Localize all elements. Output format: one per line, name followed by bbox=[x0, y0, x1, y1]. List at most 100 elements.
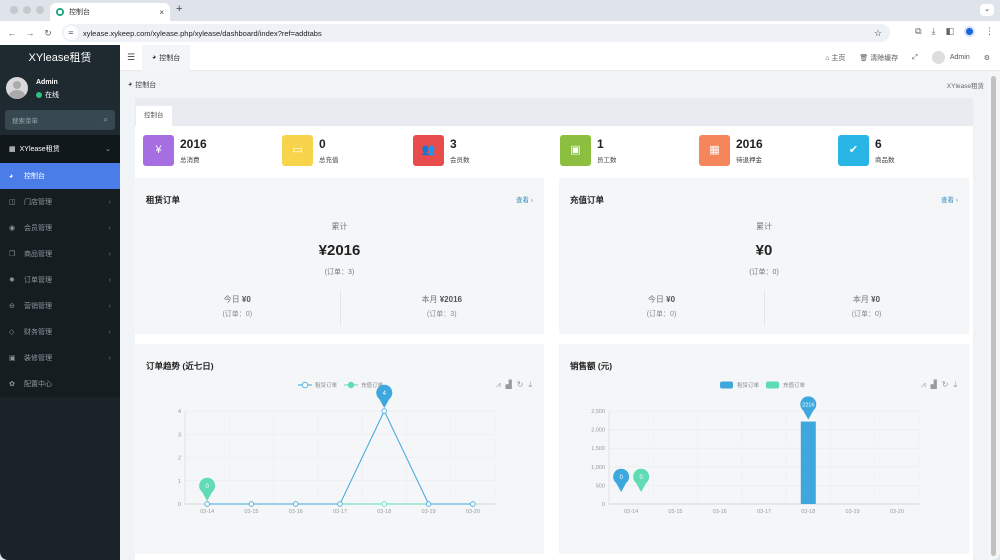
maximize-window-button[interactable] bbox=[36, 6, 44, 14]
grid-icon: ▦ bbox=[9, 146, 16, 153]
minimize-window-button[interactable] bbox=[23, 6, 31, 14]
view-link[interactable]: 查看 › bbox=[941, 194, 958, 204]
stats-row: ¥2016 总消费 ▭ 0 总充值 👥 3 会员数 ▣ 1 员工数 ▦ 2016 待退押金 ✔ 6 商品数 bbox=[135, 128, 973, 178]
menu-toggle-icon[interactable]: ☰ bbox=[120, 52, 142, 63]
sidebar-item-label: 营销管理 bbox=[24, 303, 52, 310]
stat-value: 3 bbox=[450, 137, 457, 151]
sidebar-item-label: 门店管理 bbox=[24, 199, 52, 206]
sidebar-item[interactable]: ✹ 订单管理 ‹ bbox=[0, 267, 120, 293]
legend-item[interactable]: 充值订单 bbox=[344, 381, 384, 389]
home-link[interactable]: ⌂ 主页 bbox=[825, 53, 845, 63]
panel-tab-dashboard[interactable]: 控制台 bbox=[136, 106, 172, 126]
scrollbar-thumb[interactable] bbox=[991, 76, 996, 556]
sidebar-group-header[interactable]: ▦ XYlease租赁 ⌄ bbox=[0, 135, 120, 163]
nav-tab-dashboard[interactable]: ◕ 控制台 bbox=[142, 44, 191, 71]
search-icon[interactable]: ⌕ bbox=[104, 115, 108, 125]
sidebar-item[interactable]: ◫ 门店管理 ‹ bbox=[0, 189, 120, 215]
data-point[interactable] bbox=[381, 408, 387, 414]
profile-avatar-icon[interactable] bbox=[964, 26, 975, 37]
avatar bbox=[6, 77, 28, 99]
settings-gears-icon[interactable]: ⚙ bbox=[984, 54, 990, 62]
tab-search-button[interactable]: ⌄ bbox=[980, 4, 994, 16]
user-menu[interactable]: Admin bbox=[931, 51, 970, 64]
content: ◕ 控制台 XYlease租赁 控制台 ¥2016 总消费 ▭ 0 总充值 👥 3 会员数 ▣ 1… bbox=[120, 72, 988, 560]
menu-search-input[interactable]: 搜索菜单 ⌕ bbox=[5, 110, 115, 130]
browser-tab[interactable]: 控制台 × bbox=[50, 3, 170, 21]
clear-cache-label: 清除缓存 bbox=[870, 54, 899, 62]
x-tick-label: 03-17 bbox=[757, 509, 771, 515]
home-icon: ⌂ bbox=[825, 54, 830, 62]
close-tab-icon[interactable]: × bbox=[159, 8, 164, 17]
markpoint[interactable]: 0 bbox=[199, 477, 216, 501]
stat-item: ✔ 6 商品数 bbox=[838, 135, 895, 166]
y-tick-label: 1,500 bbox=[591, 446, 605, 452]
data-point[interactable] bbox=[248, 501, 255, 507]
nav-tab-label: 控制台 bbox=[159, 54, 181, 62]
stat-label: 待退押金 bbox=[736, 157, 762, 164]
breadcrumb: ◕ 控制台 XYlease租赁 bbox=[120, 72, 988, 97]
chart-svg: 0 500 1,000 1,500 2,000 2,500 03-14 03-15 03-16 0… bbox=[591, 381, 920, 515]
markpoint[interactable]: 2216 bbox=[800, 396, 817, 420]
browser-toolbar: ← → ↻ ⚌ xylease.xykeep.com/xylease.php/x… bbox=[0, 21, 1000, 45]
close-window-button[interactable] bbox=[10, 6, 18, 14]
download-icon[interactable]: ⤓ bbox=[932, 26, 936, 37]
legend-item[interactable]: 租赁订单 bbox=[720, 381, 760, 389]
site-settings-icon[interactable]: ⚌ bbox=[64, 26, 78, 40]
address-bar[interactable]: ⚌ xylease.xykeep.com/xylease.php/xylease… bbox=[62, 24, 890, 42]
data-point[interactable] bbox=[337, 501, 343, 507]
stat-item: ▣ 1 员工数 bbox=[560, 135, 617, 166]
scrollbar[interactable] bbox=[988, 72, 1000, 560]
sidebar-logo[interactable]: XYlease租赁 bbox=[0, 45, 120, 71]
yen-icon: ¥ bbox=[143, 135, 174, 166]
browser-actions: ⧉ ⤓ ◧ ⋮ bbox=[915, 26, 994, 37]
bar[interactable] bbox=[800, 421, 816, 504]
sidebar-item[interactable]: ◉ 会员管理 ‹ bbox=[0, 215, 120, 241]
data-point[interactable] bbox=[381, 501, 387, 507]
url-text[interactable]: xylease.xykeep.com/xylease.php/xylease/d… bbox=[83, 29, 322, 38]
bookmark-star-icon[interactable]: ☆ bbox=[874, 28, 882, 39]
sidebar-item[interactable]: ▣ 装修管理 ‹ bbox=[0, 345, 120, 371]
reload-icon[interactable]: ↻ bbox=[39, 28, 57, 39]
legend-item[interactable]: 充值订单 bbox=[766, 381, 806, 389]
menu-search: 搜索菜单 ⌕ bbox=[0, 105, 120, 135]
clear-cache-button[interactable]: 🗑 清除缓存 bbox=[859, 53, 898, 63]
sidebar-item[interactable]: ❒ 商品管理 ‹ bbox=[0, 241, 120, 267]
sidebar-item[interactable]: ✿ 配置中心 bbox=[0, 371, 120, 397]
today-label: 今日 bbox=[647, 295, 664, 304]
view-link[interactable]: 查看 › bbox=[516, 194, 533, 204]
x-tick-label: 03-18 bbox=[801, 509, 815, 515]
y-tick-label: 0 bbox=[602, 502, 605, 508]
extensions-icon[interactable]: ⧉ bbox=[915, 26, 921, 37]
sidebar-item[interactable]: ◕ 控制台 bbox=[0, 163, 120, 189]
sidebar-item[interactable]: ⊖ 营销管理 ‹ bbox=[0, 293, 120, 319]
stat-text: 2016 总消费 bbox=[180, 137, 207, 164]
divider bbox=[764, 290, 765, 326]
chevron-left-icon: ‹ bbox=[108, 224, 111, 232]
stat-label: 员工数 bbox=[597, 157, 617, 164]
new-tab-button[interactable]: + bbox=[176, 3, 182, 15]
more-menu-icon[interactable]: ⋮ bbox=[985, 26, 994, 37]
fullscreen-icon[interactable]: ⤢ bbox=[912, 54, 918, 62]
total-value: ¥0 bbox=[755, 242, 773, 259]
chevron-down-icon: ⌄ bbox=[105, 146, 111, 153]
data-point[interactable] bbox=[425, 501, 432, 507]
legend-label: 租赁订单 bbox=[315, 381, 338, 389]
badge-icon: ▣ bbox=[560, 135, 591, 166]
sidebar-item[interactable]: ◇ 财务管理 ‹ bbox=[0, 319, 120, 345]
side-panel-icon[interactable]: ◧ bbox=[945, 26, 954, 37]
forward-icon[interactable]: → bbox=[21, 28, 39, 38]
y-tick-label: 2,000 bbox=[591, 428, 605, 434]
back-icon[interactable]: ← bbox=[3, 28, 21, 38]
data-point[interactable] bbox=[293, 501, 299, 507]
data-point[interactable] bbox=[204, 501, 210, 507]
markpoint[interactable]: 0 bbox=[633, 468, 650, 492]
month-label: 本月 bbox=[852, 295, 869, 304]
data-point[interactable] bbox=[470, 501, 476, 507]
legend-item[interactable]: 租赁订单 bbox=[298, 381, 338, 389]
sidebar-group-label: XYlease租赁 bbox=[19, 146, 60, 153]
markpoint[interactable]: 4 bbox=[376, 384, 393, 408]
user-status-text: 在线 bbox=[45, 92, 59, 99]
markpoint[interactable]: 0 bbox=[613, 468, 630, 492]
stat-value: 2016 bbox=[736, 137, 763, 151]
order-trend-card: 订单趋势 (近七日) ⩘ ▟ ↻ ⤓ 0 1 2 3 4 03-14 03-15 03-16 03-17 0… bbox=[135, 344, 544, 554]
